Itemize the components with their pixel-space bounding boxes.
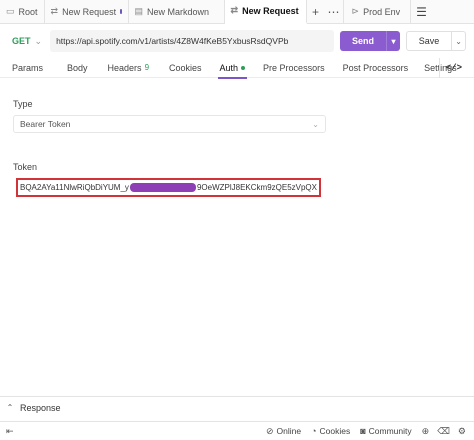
tab-new-request-1[interactable]: ⇄ New Request [45,0,129,24]
tab-headers[interactable]: Headers 9 [102,58,155,78]
method-label: GET [12,36,31,46]
tab-label: Auth [219,62,239,73]
community-label: Community [368,426,412,436]
tab-label: Body [67,62,88,73]
tab-new-markdown[interactable]: ▤ New Markdown [129,0,225,24]
token-label: Token [13,162,38,172]
auth-type-select[interactable]: Bearer Token ⌄ [13,115,326,133]
settings-icon[interactable]: ⚙ [458,426,466,437]
code-generate-icon[interactable]: </> [438,58,462,78]
tab-label: Headers [107,62,142,73]
tab-root[interactable]: ▭ Root [0,0,45,24]
token-prefix: BQA2AYa11NlwRiQbDiYUM_y [20,183,129,192]
community-button[interactable]: ◙ Community [360,426,411,436]
method-selector[interactable]: GET ⌄ [4,30,50,52]
unsaved-dot [120,9,122,14]
tab-label: Cookies [169,62,202,73]
token-suffix: 9OeWZPlJ8EKCkm9zQE5zVpQX [196,183,317,192]
token-input[interactable]: BQA2AYa11NlwRiQbDiYUM_y 9OeWZPlJ8EKCkm9z… [16,178,321,197]
save-label: Save [418,36,440,46]
discord-icon: ◙ [360,426,366,436]
folder-icon: ▭ [6,6,15,16]
send-label: Send [352,36,375,46]
auth-type-value: Bearer Token [20,119,71,129]
tab-params[interactable]: Params [6,58,49,78]
hamburger-menu-icon[interactable]: ☰ [411,5,433,19]
tab-label: New Markdown [147,6,210,17]
tab-new-request-active[interactable]: ⇄ New Request [224,0,307,24]
help-icon[interactable]: ⊕ [422,426,430,437]
chevron-down-icon: ⌄ [312,119,319,129]
chevron-down-icon[interactable]: ▾ [386,31,400,51]
request-icon: ⇄ [230,5,239,15]
environment-icon: ⊳ [351,6,360,16]
cookies-label: Cookies [319,426,351,436]
tab-pre-processors[interactable]: Pre Processors [257,58,331,78]
online-label: Online [276,426,302,436]
chevron-down-icon[interactable]: ⌄ [451,32,465,50]
more-tabs-button[interactable]: ⋯ [325,5,343,19]
request-subtabs: Params Body Headers 9 Cookies Auth Pre P… [0,58,474,79]
url-input[interactable] [50,30,335,52]
headers-count-badge: 9 [144,63,150,72]
cookie-icon: ◔ [311,426,317,436]
status-bar: ⇤ ⊘ Online ◔ Cookies ◙ Community ⊕ ⌫ ⚙ [0,421,474,440]
tab-cookies[interactable]: Cookies [163,58,208,78]
tab-bar: ▭ Root ⇄ New Request ▤ New Markdown ⇄ Ne… [0,0,474,24]
send-button[interactable]: Send ▾ [340,31,401,51]
request-icon: ⇄ [50,6,59,16]
tab-label: Post Processors [342,62,409,73]
online-icon: ⊘ [265,425,274,436]
tab-post-processors[interactable]: Post Processors [337,58,415,78]
tab-label: Pre Processors [263,62,325,73]
tab-body[interactable]: Body [61,58,94,78]
save-button[interactable]: Save ⌄ [406,31,467,51]
chevron-up-icon: ⌃ [6,403,14,412]
auth-type-label: Type [13,99,33,109]
response-panel-header[interactable]: ⌃ Response [0,396,474,418]
environment-label: Prod Env [363,6,401,17]
tab-label: Root [18,6,38,17]
redaction-mark [129,183,196,192]
tab-label: New Request [62,6,117,17]
response-label: Response [20,402,61,413]
tab-label: Params [12,62,44,73]
cookies-button[interactable]: ◔ Cookies [311,426,350,436]
environment-selector[interactable]: ⊳ Prod Env [342,0,411,24]
online-status[interactable]: ⊘ Online [266,426,301,437]
add-tab-button[interactable]: + [307,5,325,19]
chevron-down-icon: ⌄ [34,35,43,46]
tab-label: New Request [242,5,299,16]
trash-icon[interactable]: ⌫ [437,426,450,437]
tab-auth[interactable]: Auth [214,58,252,79]
request-url-bar: GET ⌄ Send ▾ Save ⌄ [4,30,470,52]
auth-active-dot [241,65,246,70]
markdown-icon: ▤ [134,6,144,16]
toggle-sidebar-icon[interactable]: ⇤ [6,426,14,437]
